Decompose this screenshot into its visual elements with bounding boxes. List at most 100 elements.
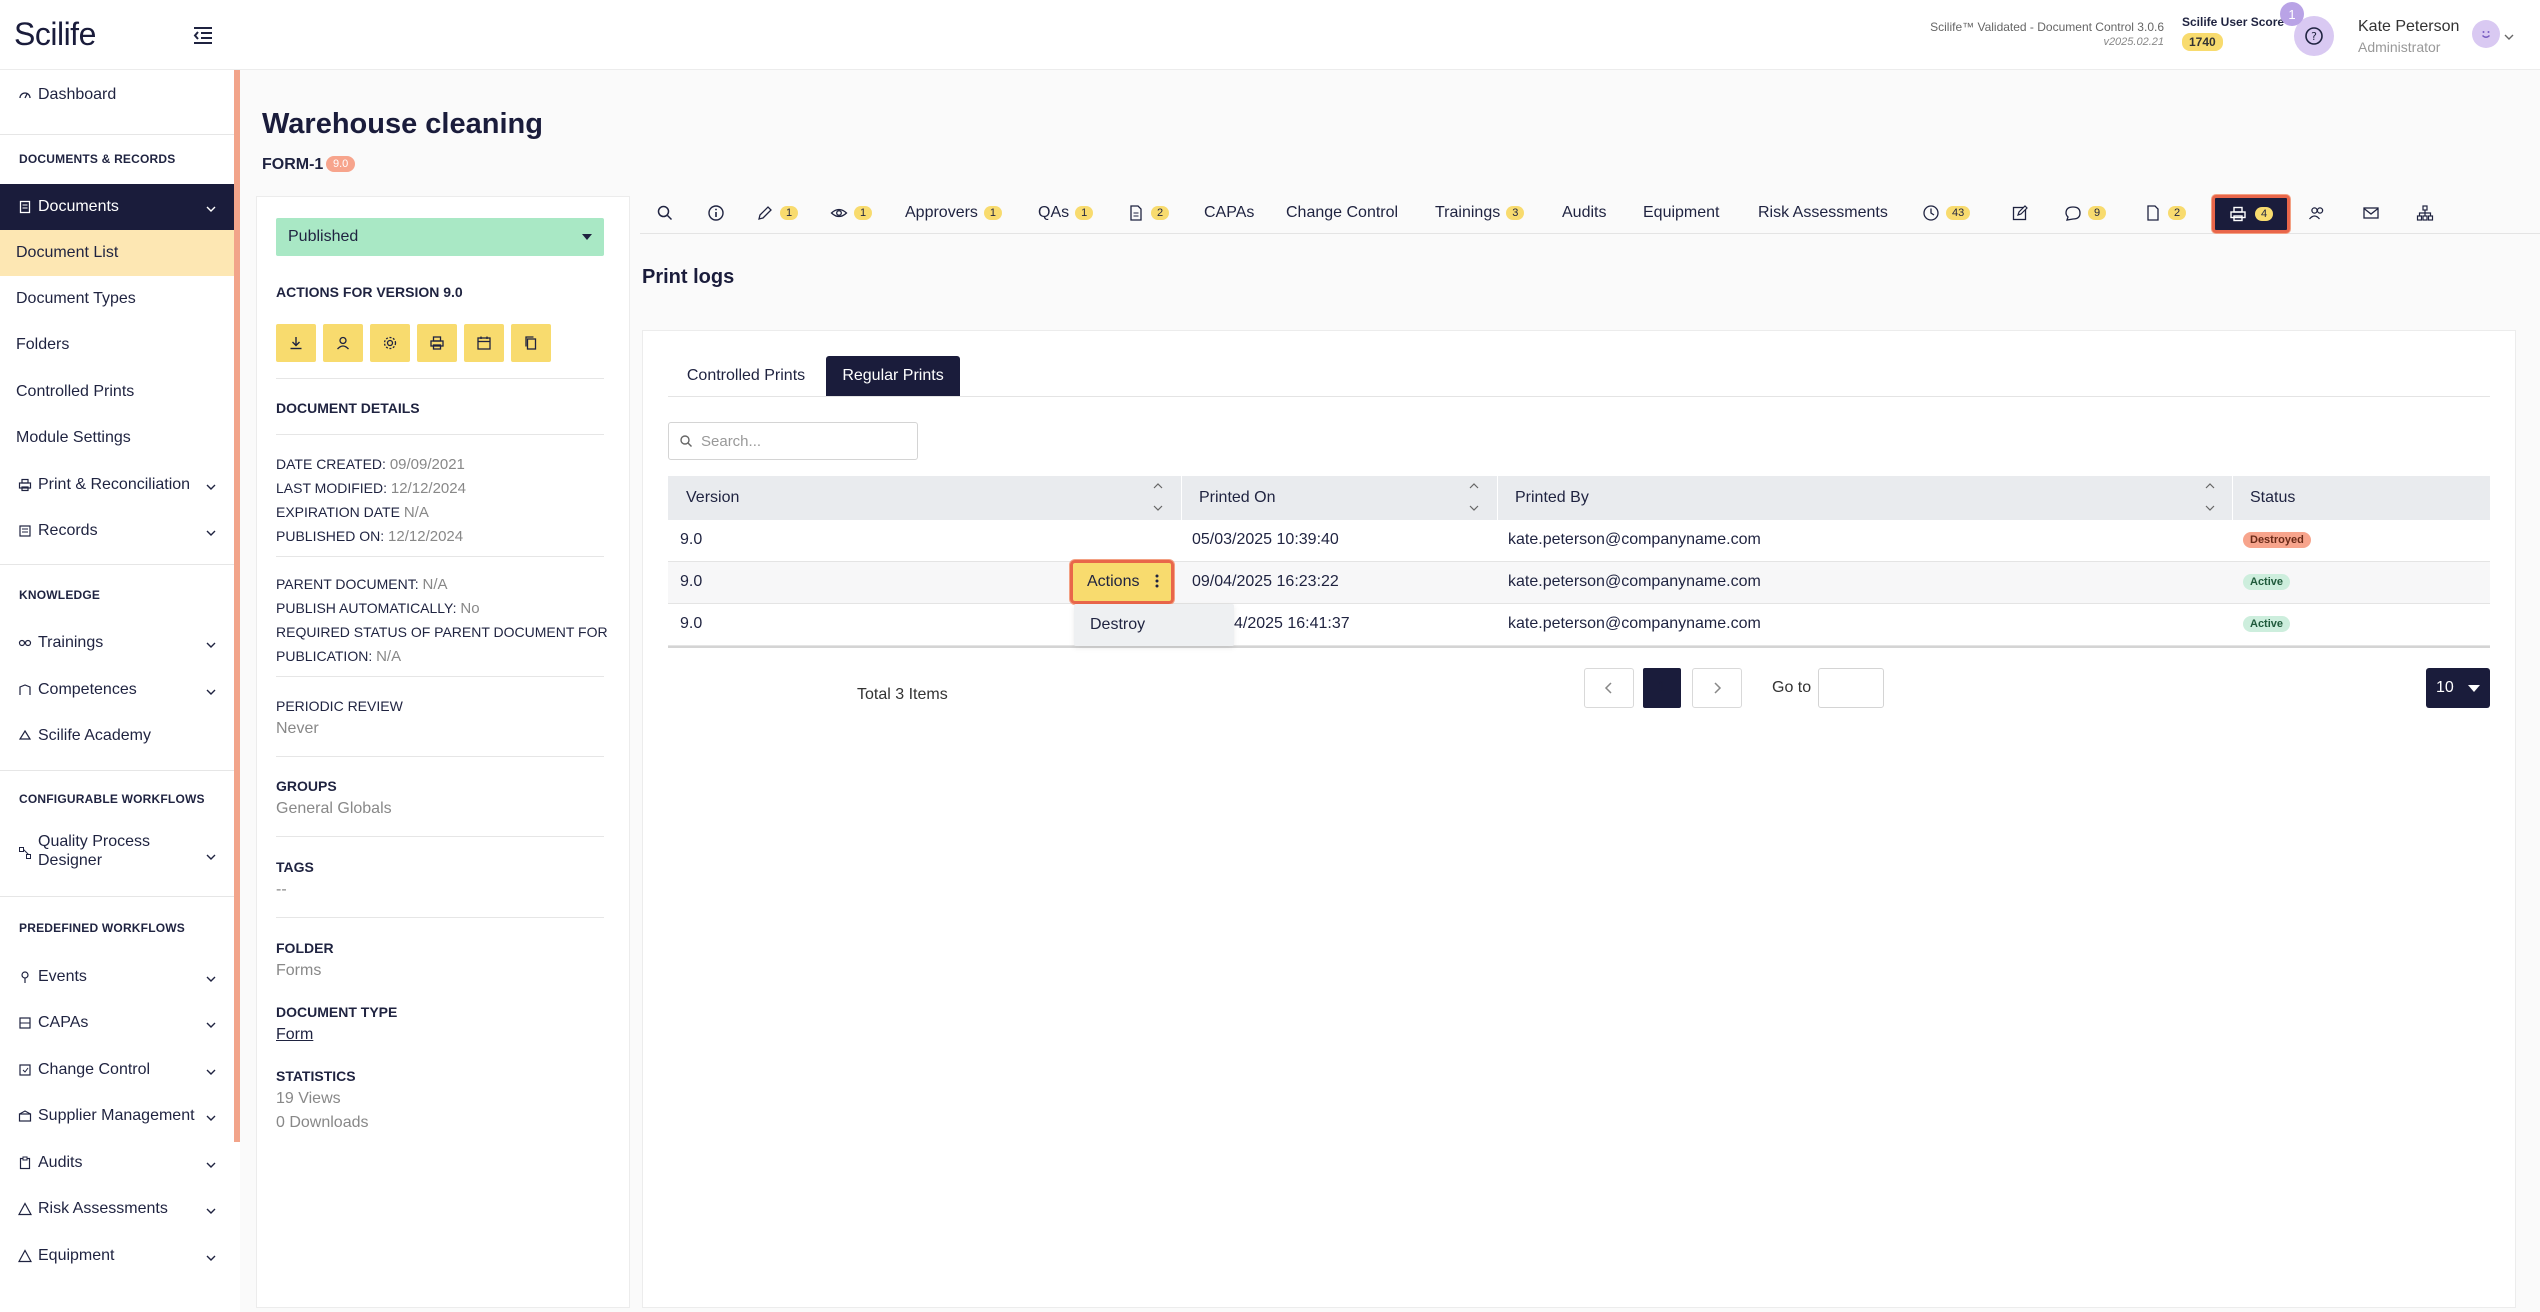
parent-document-value: N/A — [422, 576, 448, 593]
row-actions-button[interactable]: Actions — [1070, 560, 1174, 604]
column-header-printed-on[interactable]: Printed On — [1199, 476, 1275, 520]
sidebar-item-change-control[interactable]: Change Control — [0, 1047, 234, 1093]
tab-users[interactable] — [2308, 200, 2326, 226]
download-button[interactable] — [276, 324, 316, 362]
sidebar-item-print-reconciliation[interactable]: Print & Reconciliation — [0, 462, 234, 508]
tab-qas[interactable]: QAs 1 — [1038, 200, 1094, 226]
records-icon — [16, 522, 34, 540]
prev-page-button[interactable] — [1584, 668, 1634, 708]
column-header-printed-by[interactable]: Printed By — [1515, 476, 1589, 520]
statistics-label: STATISTICS — [276, 1068, 356, 1084]
sort-icon[interactable] — [2205, 480, 2215, 514]
notification-badge[interactable]: 1 — [2280, 2, 2304, 26]
tab-risk-assessments[interactable]: Risk Assessments — [1758, 200, 1888, 226]
workflow-icon — [16, 844, 34, 862]
document-type-link[interactable]: Form — [276, 1026, 313, 1044]
tab-info[interactable] — [707, 200, 725, 226]
sidebar-item-audits[interactable]: Audits — [0, 1140, 234, 1186]
tab-approvers[interactable]: Approvers 1 — [905, 200, 1003, 226]
sidebar-item-document-types[interactable]: Document Types — [0, 276, 234, 322]
clipboard-icon — [16, 1154, 34, 1172]
sort-icon[interactable] — [1469, 480, 1479, 514]
sidebar-item-risk-assessments[interactable]: Risk Assessments — [0, 1186, 234, 1232]
search-icon — [680, 435, 692, 447]
sidebar-item-controlled-prints[interactable]: Controlled Prints — [0, 369, 234, 415]
settings-button[interactable] — [370, 324, 410, 362]
chevron-down-icon — [206, 1156, 216, 1174]
version-info: Scilife™ Validated - Document Control 3.… — [1930, 20, 2164, 50]
document-details-panel — [256, 196, 630, 1308]
tab-hierarchy[interactable] — [2416, 200, 2434, 226]
tab-change-control[interactable]: Change Control — [1286, 200, 1398, 226]
tab-regular-prints[interactable]: Regular Prints — [826, 356, 960, 396]
tab-capas[interactable]: CAPAs — [1204, 200, 1254, 226]
tab-history[interactable]: 43 — [1922, 200, 1971, 226]
sidebar-item-label-wrap: Quality Process Designer — [38, 832, 150, 870]
tab-search[interactable] — [656, 200, 674, 226]
sidebar-item-label: Print & Reconciliation — [38, 476, 191, 493]
sidebar-item-equipment[interactable]: Equipment — [0, 1233, 234, 1279]
app-logo[interactable]: Scilife — [14, 16, 96, 53]
status-select-value: Published — [288, 228, 359, 245]
groups-label: GROUPS — [276, 778, 337, 794]
tab-audits[interactable]: Audits — [1562, 200, 1606, 226]
document-details-heading: DOCUMENT DETAILS — [276, 400, 420, 416]
svg-text:?: ? — [2311, 30, 2317, 43]
tab-views[interactable]: 1 — [830, 200, 873, 226]
print-button[interactable] — [417, 324, 457, 362]
avatar[interactable] — [2472, 20, 2500, 48]
sidebar-item-trainings[interactable]: Trainings — [0, 620, 234, 666]
search-field[interactable] — [668, 422, 918, 460]
schedule-button[interactable] — [464, 324, 504, 362]
collapse-sidebar-icon[interactable] — [190, 22, 216, 48]
menu-item-destroy[interactable]: Destroy — [1074, 604, 1234, 646]
search-icon — [657, 205, 673, 221]
tab-email[interactable] — [2362, 200, 2380, 226]
sidebar-item-records[interactable]: Records — [0, 508, 234, 554]
page-size-select[interactable]: 10 — [2426, 668, 2490, 708]
column-header-version[interactable]: Version — [686, 476, 739, 520]
tab-edit[interactable]: 1 — [756, 200, 799, 226]
page-button-current[interactable]: 1 — [1643, 668, 1681, 708]
publish-automatically-label: PUBLISH AUTOMATICALLY: — [276, 600, 461, 616]
search-input[interactable] — [701, 432, 901, 450]
tab-trainings[interactable]: Trainings 3 — [1435, 200, 1525, 226]
sidebar-item-supplier-management[interactable]: Supplier Management — [0, 1093, 234, 1139]
copy-button[interactable] — [511, 324, 551, 362]
top-header: Scilife Scilife™ Validated - Document Co… — [0, 0, 2540, 70]
sidebar-item-dashboard[interactable]: Dashboard — [0, 72, 234, 118]
tab-comments[interactable]: 9 — [2064, 200, 2107, 226]
sidebar-item-events[interactable]: Events — [0, 954, 234, 1000]
goto-page-input[interactable] — [1818, 668, 1884, 708]
tab-equipment[interactable]: Equipment — [1643, 200, 1720, 226]
next-page-button[interactable] — [1692, 668, 1742, 708]
sidebar-item-documents[interactable]: Documents — [0, 184, 234, 230]
tab-attachments[interactable]: 2 — [2144, 200, 2187, 226]
sidebar-scroll-rail[interactable] — [234, 70, 240, 1142]
assign-user-button[interactable] — [323, 324, 363, 362]
sidebar-item-capas[interactable]: CAPAs — [0, 1000, 234, 1046]
document-icon — [2147, 205, 2159, 221]
status-select[interactable]: Published — [276, 218, 604, 256]
user-name[interactable]: Kate Peterson — [2358, 18, 2459, 36]
caret-down-icon — [582, 234, 592, 240]
tab-controlled-prints[interactable]: Controlled Prints — [668, 356, 824, 396]
expiration-label: EXPIRATION DATE — [276, 504, 404, 520]
tab-print-logs[interactable]: 4 — [2212, 195, 2290, 233]
sort-icon[interactable] — [1153, 480, 1163, 514]
sidebar-item-folders[interactable]: Folders — [0, 322, 234, 368]
expiration-value: N/A — [403, 504, 429, 521]
tab-signatures[interactable] — [2011, 200, 2029, 226]
warning-icon — [16, 1200, 34, 1218]
sidebar-item-label: Trainings — [38, 634, 104, 651]
sidebar-item-module-settings[interactable]: Module Settings — [0, 415, 234, 461]
document-version-badge: 9.0 — [326, 156, 356, 172]
sidebar-item-scilife-academy[interactable]: Scilife Academy — [0, 713, 234, 759]
sidebar-item-competences[interactable]: Competences — [0, 667, 234, 713]
user-menu-chevron-icon[interactable] — [2504, 28, 2514, 46]
sidebar-item-quality-process-designer[interactable]: Quality Process Designer — [0, 832, 234, 878]
tab-files[interactable]: 2 — [1127, 200, 1170, 226]
tab-count: 43 — [1946, 206, 1971, 220]
sidebar-item-document-list[interactable]: Document List — [0, 230, 234, 276]
tab-count: 1 — [854, 206, 873, 220]
